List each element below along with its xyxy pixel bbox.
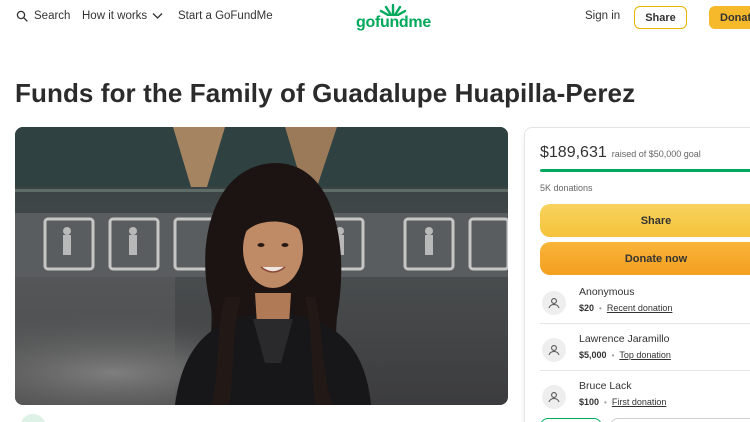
campaign-title: Funds for the Family of Guadalupe Huapil… bbox=[15, 78, 636, 108]
donor-hand-heart-icon bbox=[542, 338, 566, 362]
divider bbox=[540, 323, 750, 324]
header-share-button[interactable]: Share bbox=[634, 6, 687, 29]
donation-tag-link[interactable]: First donation bbox=[612, 397, 667, 407]
donor-hand-heart-icon bbox=[542, 291, 566, 315]
gofundme-logo[interactable]: gofundme bbox=[356, 4, 431, 34]
donation-card: $189,631 raised of $50,000 goal 5K donat… bbox=[524, 127, 750, 422]
sign-in-link[interactable]: Sign in bbox=[585, 10, 620, 22]
donation-tag-link[interactable]: Top donation bbox=[619, 350, 671, 360]
header-donate-button[interactable]: Donate bbox=[709, 6, 750, 29]
donor-amount: $20 bbox=[579, 303, 595, 313]
how-it-works-menu[interactable]: How it works bbox=[82, 10, 163, 22]
raised-summary: $189,631 raised of $50,000 goal bbox=[540, 144, 701, 162]
raised-goal: raised of $50,000 goal bbox=[611, 149, 701, 159]
donation-item: Bruce Lack $100 • First donation bbox=[540, 380, 750, 422]
how-it-works-label: How it works bbox=[82, 10, 148, 22]
top-nav: Search How it works Start a GoFundMe gof… bbox=[0, 0, 750, 38]
see-all-button[interactable] bbox=[540, 418, 602, 422]
donor-amount: $5,000 bbox=[579, 350, 607, 360]
donor-amount: $100 bbox=[579, 397, 600, 407]
donate-now-button[interactable]: Donate now bbox=[540, 242, 750, 275]
campaign-photo-image bbox=[15, 127, 508, 405]
donation-count: 5K donations bbox=[540, 183, 593, 193]
search-link[interactable]: Search bbox=[16, 10, 70, 22]
separator-dot: • bbox=[611, 350, 615, 360]
organizer-avatar[interactable] bbox=[20, 414, 46, 422]
donor-name: Bruce Lack bbox=[579, 380, 632, 392]
search-label: Search bbox=[34, 10, 71, 22]
logo-wordmark: gofundme bbox=[356, 14, 431, 31]
donor-name: Anonymous bbox=[579, 286, 635, 298]
raised-amount: $189,631 bbox=[540, 144, 607, 161]
donor-meta: $5,000 • Top donation bbox=[579, 350, 671, 360]
share-button[interactable]: Share bbox=[540, 204, 750, 237]
see-top-button[interactable] bbox=[610, 418, 750, 422]
divider bbox=[540, 370, 750, 371]
donor-meta: $20 • Recent donation bbox=[579, 303, 672, 313]
campaign-photo[interactable] bbox=[15, 127, 508, 405]
separator-dot: • bbox=[604, 397, 607, 407]
donor-hand-heart-icon bbox=[542, 385, 566, 409]
search-icon bbox=[16, 10, 28, 22]
donation-tag-link[interactable]: Recent donation bbox=[607, 303, 673, 313]
donor-meta: $100 • First donation bbox=[579, 397, 666, 407]
progress-bar bbox=[540, 169, 750, 172]
chevron-down-icon bbox=[152, 13, 163, 19]
separator-dot: • bbox=[599, 303, 602, 313]
progress-bar-fill bbox=[540, 169, 750, 172]
start-gofundme-link[interactable]: Start a GoFundMe bbox=[178, 10, 273, 22]
donor-name: Lawrence Jaramillo bbox=[579, 333, 670, 345]
